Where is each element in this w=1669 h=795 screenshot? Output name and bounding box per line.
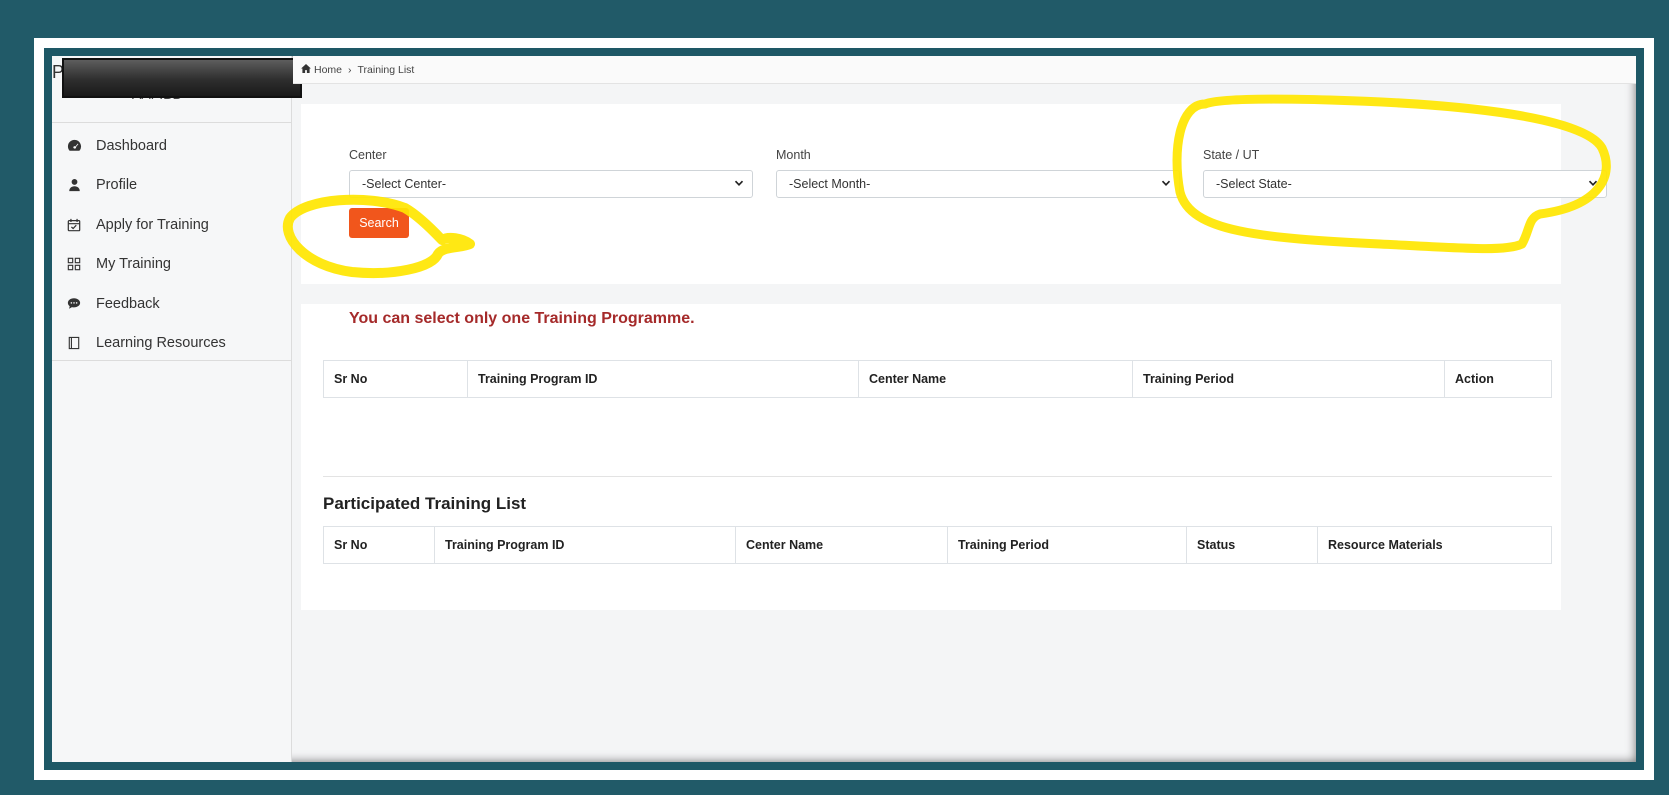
sidebar-item-feedback[interactable]: Feedback [52, 284, 292, 324]
training-list-card: You can select only one Training Program… [301, 304, 1561, 610]
sidebar-item-learning-resources[interactable]: Learning Resources [52, 324, 292, 364]
redacted-logo-area [62, 58, 302, 98]
training-table: Sr No Training Program ID Center Name Tr… [323, 360, 1552, 398]
section-divider [323, 476, 1552, 477]
chevron-down-icon [1588, 180, 1598, 187]
breadcrumb-home-link[interactable]: Home [314, 64, 342, 76]
sidebar-divider [52, 360, 292, 361]
table-header-row: Sr No Training Program ID Center Name Tr… [323, 360, 1552, 398]
main-content: Home › Training List Center -Select Cent… [293, 56, 1636, 762]
center-select[interactable]: -Select Center- [349, 170, 753, 198]
sidebar-item-label: Learning Resources [96, 335, 226, 352]
sidebar-item-my-training[interactable]: My Training [52, 245, 292, 285]
column-header-training-program-id: Training Program ID [434, 526, 736, 564]
dashboard-icon [66, 138, 82, 154]
app-window: P AAFIBD ‹ Dashboard Profile A [52, 56, 1636, 762]
sidebar-item-profile[interactable]: Profile [52, 166, 292, 206]
column-header-resource-materials: Resource Materials [1317, 526, 1552, 564]
chevron-right-icon: › [348, 63, 352, 76]
table-header-row: Sr No Training Program ID Center Name Tr… [323, 526, 1552, 564]
participated-table: Sr No Training Program ID Center Name Tr… [323, 526, 1552, 564]
selection-notice: You can select only one Training Program… [349, 310, 695, 327]
user-icon [66, 177, 82, 193]
month-select[interactable]: -Select Month- [776, 170, 1180, 198]
column-header-training-program-id: Training Program ID [467, 360, 859, 398]
sidebar-item-label: Dashboard [96, 137, 167, 154]
search-button[interactable]: Search [349, 208, 409, 238]
breadcrumb: Home › Training List [293, 56, 1636, 84]
center-select-value: -Select Center- [362, 177, 447, 191]
column-header-center-name: Center Name [858, 360, 1133, 398]
home-icon [301, 63, 311, 76]
sidebar-item-dashboard[interactable]: Dashboard [52, 126, 292, 166]
state-select[interactable]: -Select State- [1203, 170, 1607, 198]
chevron-down-icon [1161, 180, 1171, 187]
sidebar-divider [52, 122, 292, 123]
filter-card: Center -Select Center- Month -Select Mon… [301, 104, 1607, 284]
book-icon [66, 335, 82, 351]
grid-icon [66, 256, 82, 272]
state-select-value: -Select State- [1216, 177, 1292, 191]
comment-icon [66, 296, 82, 312]
sidebar-item-apply-for-training[interactable]: Apply for Training [52, 205, 292, 245]
month-label: Month [776, 148, 811, 162]
column-header-sr-no: Sr No [323, 360, 468, 398]
column-header-center-name: Center Name [735, 526, 948, 564]
sidebar-item-label: Profile [96, 177, 138, 194]
breadcrumb-current: Training List [357, 63, 415, 76]
column-header-status: Status [1186, 526, 1318, 564]
sidebar-item-label: Feedback [96, 295, 160, 312]
sidebar: P AAFIBD ‹ Dashboard Profile A [52, 56, 302, 762]
calendar-check-icon [66, 217, 82, 233]
chevron-down-icon [734, 180, 744, 187]
column-header-action: Action [1444, 360, 1552, 398]
column-header-training-period: Training Period [947, 526, 1187, 564]
column-header-training-period: Training Period [1132, 360, 1445, 398]
sidebar-item-label: Apply for Training [96, 216, 209, 233]
center-label: Center [349, 148, 387, 162]
month-select-value: -Select Month- [789, 177, 871, 191]
sidebar-menu: Dashboard Profile Apply for Training My … [52, 126, 292, 363]
state-label: State / UT [1203, 148, 1260, 162]
participated-section-title: Participated Training List [323, 494, 527, 513]
sidebar-item-label: My Training [96, 256, 171, 273]
column-header-sr-no: Sr No [323, 526, 435, 564]
